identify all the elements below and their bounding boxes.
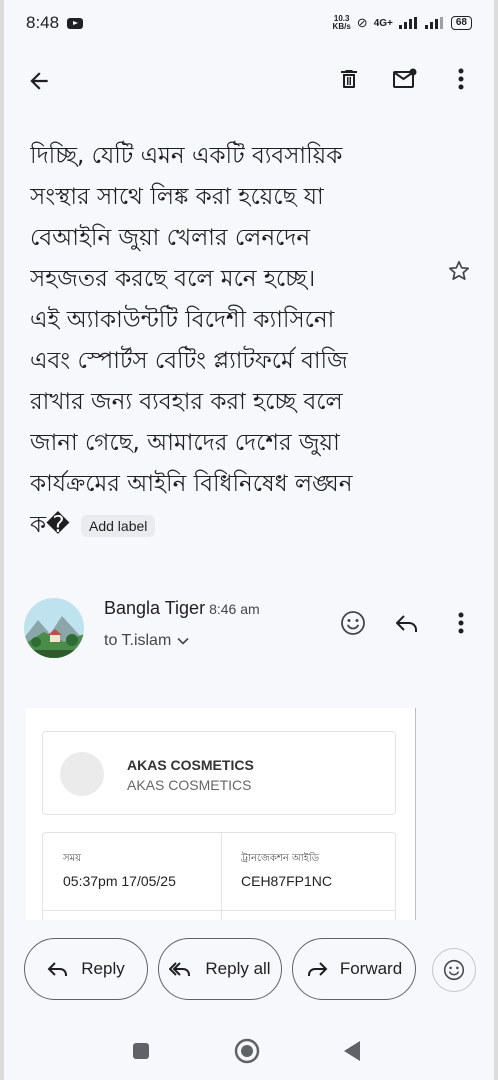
email-body: দিচ্ছি, যেটি এমন একটি ব্যবসায়িক সংস্থার… [30, 100, 430, 546]
chevron-down-icon [177, 637, 189, 645]
sender-row: Bangla Tiger 8:46 am to T.islam [4, 596, 494, 660]
delete-icon[interactable] [334, 64, 364, 94]
divider [221, 833, 222, 920]
gmail-screen: 8:48 10.3 KB/s ⊘ 4G+ 68 দিচ্ছি, যেটি এমন… [4, 0, 494, 1080]
body-line: জানা গেছে, আমাদের দেশের জুয়া [30, 430, 340, 456]
transaction-id-label: ট্রানজেকশন আইডি [241, 853, 320, 864]
reply-all-button[interactable]: Reply all [158, 938, 282, 1000]
emoji-reaction-icon[interactable] [338, 608, 368, 638]
toolbar-actions [334, 64, 476, 94]
youtube-notification-icon [67, 17, 84, 29]
recipient-label: to T.islam [104, 632, 172, 649]
merchant-subtitle: AKAS COSMETICS [127, 777, 252, 793]
status-indicators: 10.3 KB/s ⊘ 4G+ 68 [333, 15, 472, 31]
signal-bars-icon [398, 17, 417, 29]
recipient-details[interactable]: to T.islam [104, 632, 189, 650]
body-line: বেআইনি জুয়া খেলার লেনদেন [30, 225, 311, 251]
status-bar: 8:48 10.3 KB/s ⊘ 4G+ 68 [4, 0, 494, 46]
battery-indicator: 68 [450, 16, 472, 30]
sender-name: Bangla Tiger [104, 598, 206, 618]
reply-label: Reply [81, 959, 125, 978]
more-vert-icon[interactable] [446, 64, 476, 94]
more-vert-icon[interactable] [446, 608, 476, 638]
transaction-details: সময় 05:37pm 17/05/25 ট্রানজেকশন আইডি CE… [42, 832, 396, 920]
back-nav-icon[interactable] [342, 1040, 362, 1062]
emoji-icon [443, 959, 465, 981]
status-time: 8:48 [26, 13, 60, 32]
emoji-reaction-button[interactable] [432, 948, 476, 992]
reply-icon[interactable] [392, 608, 422, 638]
reply-button[interactable]: Reply [24, 938, 148, 1000]
recents-icon[interactable] [132, 1042, 150, 1060]
body-line: এই অ্যাকাউন্টটি বিদেশী ক্যাসিনো [30, 307, 335, 333]
signal-label: 4G+ [373, 17, 393, 29]
body-line: ক� [30, 512, 70, 538]
reply-actions: Reply Reply all Forward [4, 938, 494, 1004]
merchant-name: AKAS COSMETICS [127, 757, 254, 773]
body-line: এবং স্পোর্টস বেটিং প্ল্যাটফর্মে বাজি [30, 348, 348, 374]
net-speed: 10.3 KB/s [332, 14, 351, 31]
sender-actions [338, 608, 476, 638]
forward-button[interactable]: Forward [292, 938, 416, 1000]
sender-name-line: Bangla Tiger 8:46 am [104, 598, 260, 619]
back-arrow-icon[interactable] [24, 66, 54, 96]
embedded-receipt: AKAS COSMETICS AKAS COSMETICS সময় 05:37… [26, 708, 416, 920]
sender-time: 8:46 am [209, 601, 260, 617]
home-icon[interactable] [234, 1038, 260, 1064]
forward-label: Forward [339, 959, 403, 978]
star-icon[interactable] [446, 258, 472, 284]
body-line: রাখার জন্য ব্যবহার করা হচ্ছে বলে [30, 389, 343, 415]
time-value: 05:37pm 17/05/25 [63, 873, 176, 889]
reply-icon [47, 962, 68, 976]
mark-unread-icon[interactable] [390, 64, 420, 94]
add-label-chip[interactable]: Add label [81, 514, 156, 537]
merchant-card: AKAS COSMETICS AKAS COSMETICS [42, 731, 396, 815]
merchant-logo [60, 752, 104, 796]
time-label: সময় [63, 853, 82, 864]
reply-all-label: Reply all [205, 959, 271, 978]
scroll-fade [4, 96, 494, 126]
body-line: সহজতর করছে বলে মনে হচ্ছে। [30, 266, 316, 292]
transaction-id-value: CEH87FP1NC [241, 873, 333, 889]
reply-all-icon [169, 962, 191, 976]
body-line: সংস্থার সাথে লিঙ্ক করা হয়েছে যা [30, 184, 324, 210]
sender-avatar[interactable] [24, 598, 84, 658]
wifi-off-icon: ⊘ [356, 15, 368, 30]
signal-bars-2-icon [424, 17, 443, 29]
body-line: দিচ্ছি, যেটি এমন একটি ব্যবসায়িক [30, 143, 343, 169]
forward-icon [307, 962, 328, 976]
body-last-line: ক� Add label [30, 505, 430, 546]
system-nav-bar [4, 1022, 494, 1080]
divider [43, 910, 395, 911]
body-line: কার্যক্রমের আইনি বিধিনিষেধ লঙ্ঘন [30, 471, 353, 497]
